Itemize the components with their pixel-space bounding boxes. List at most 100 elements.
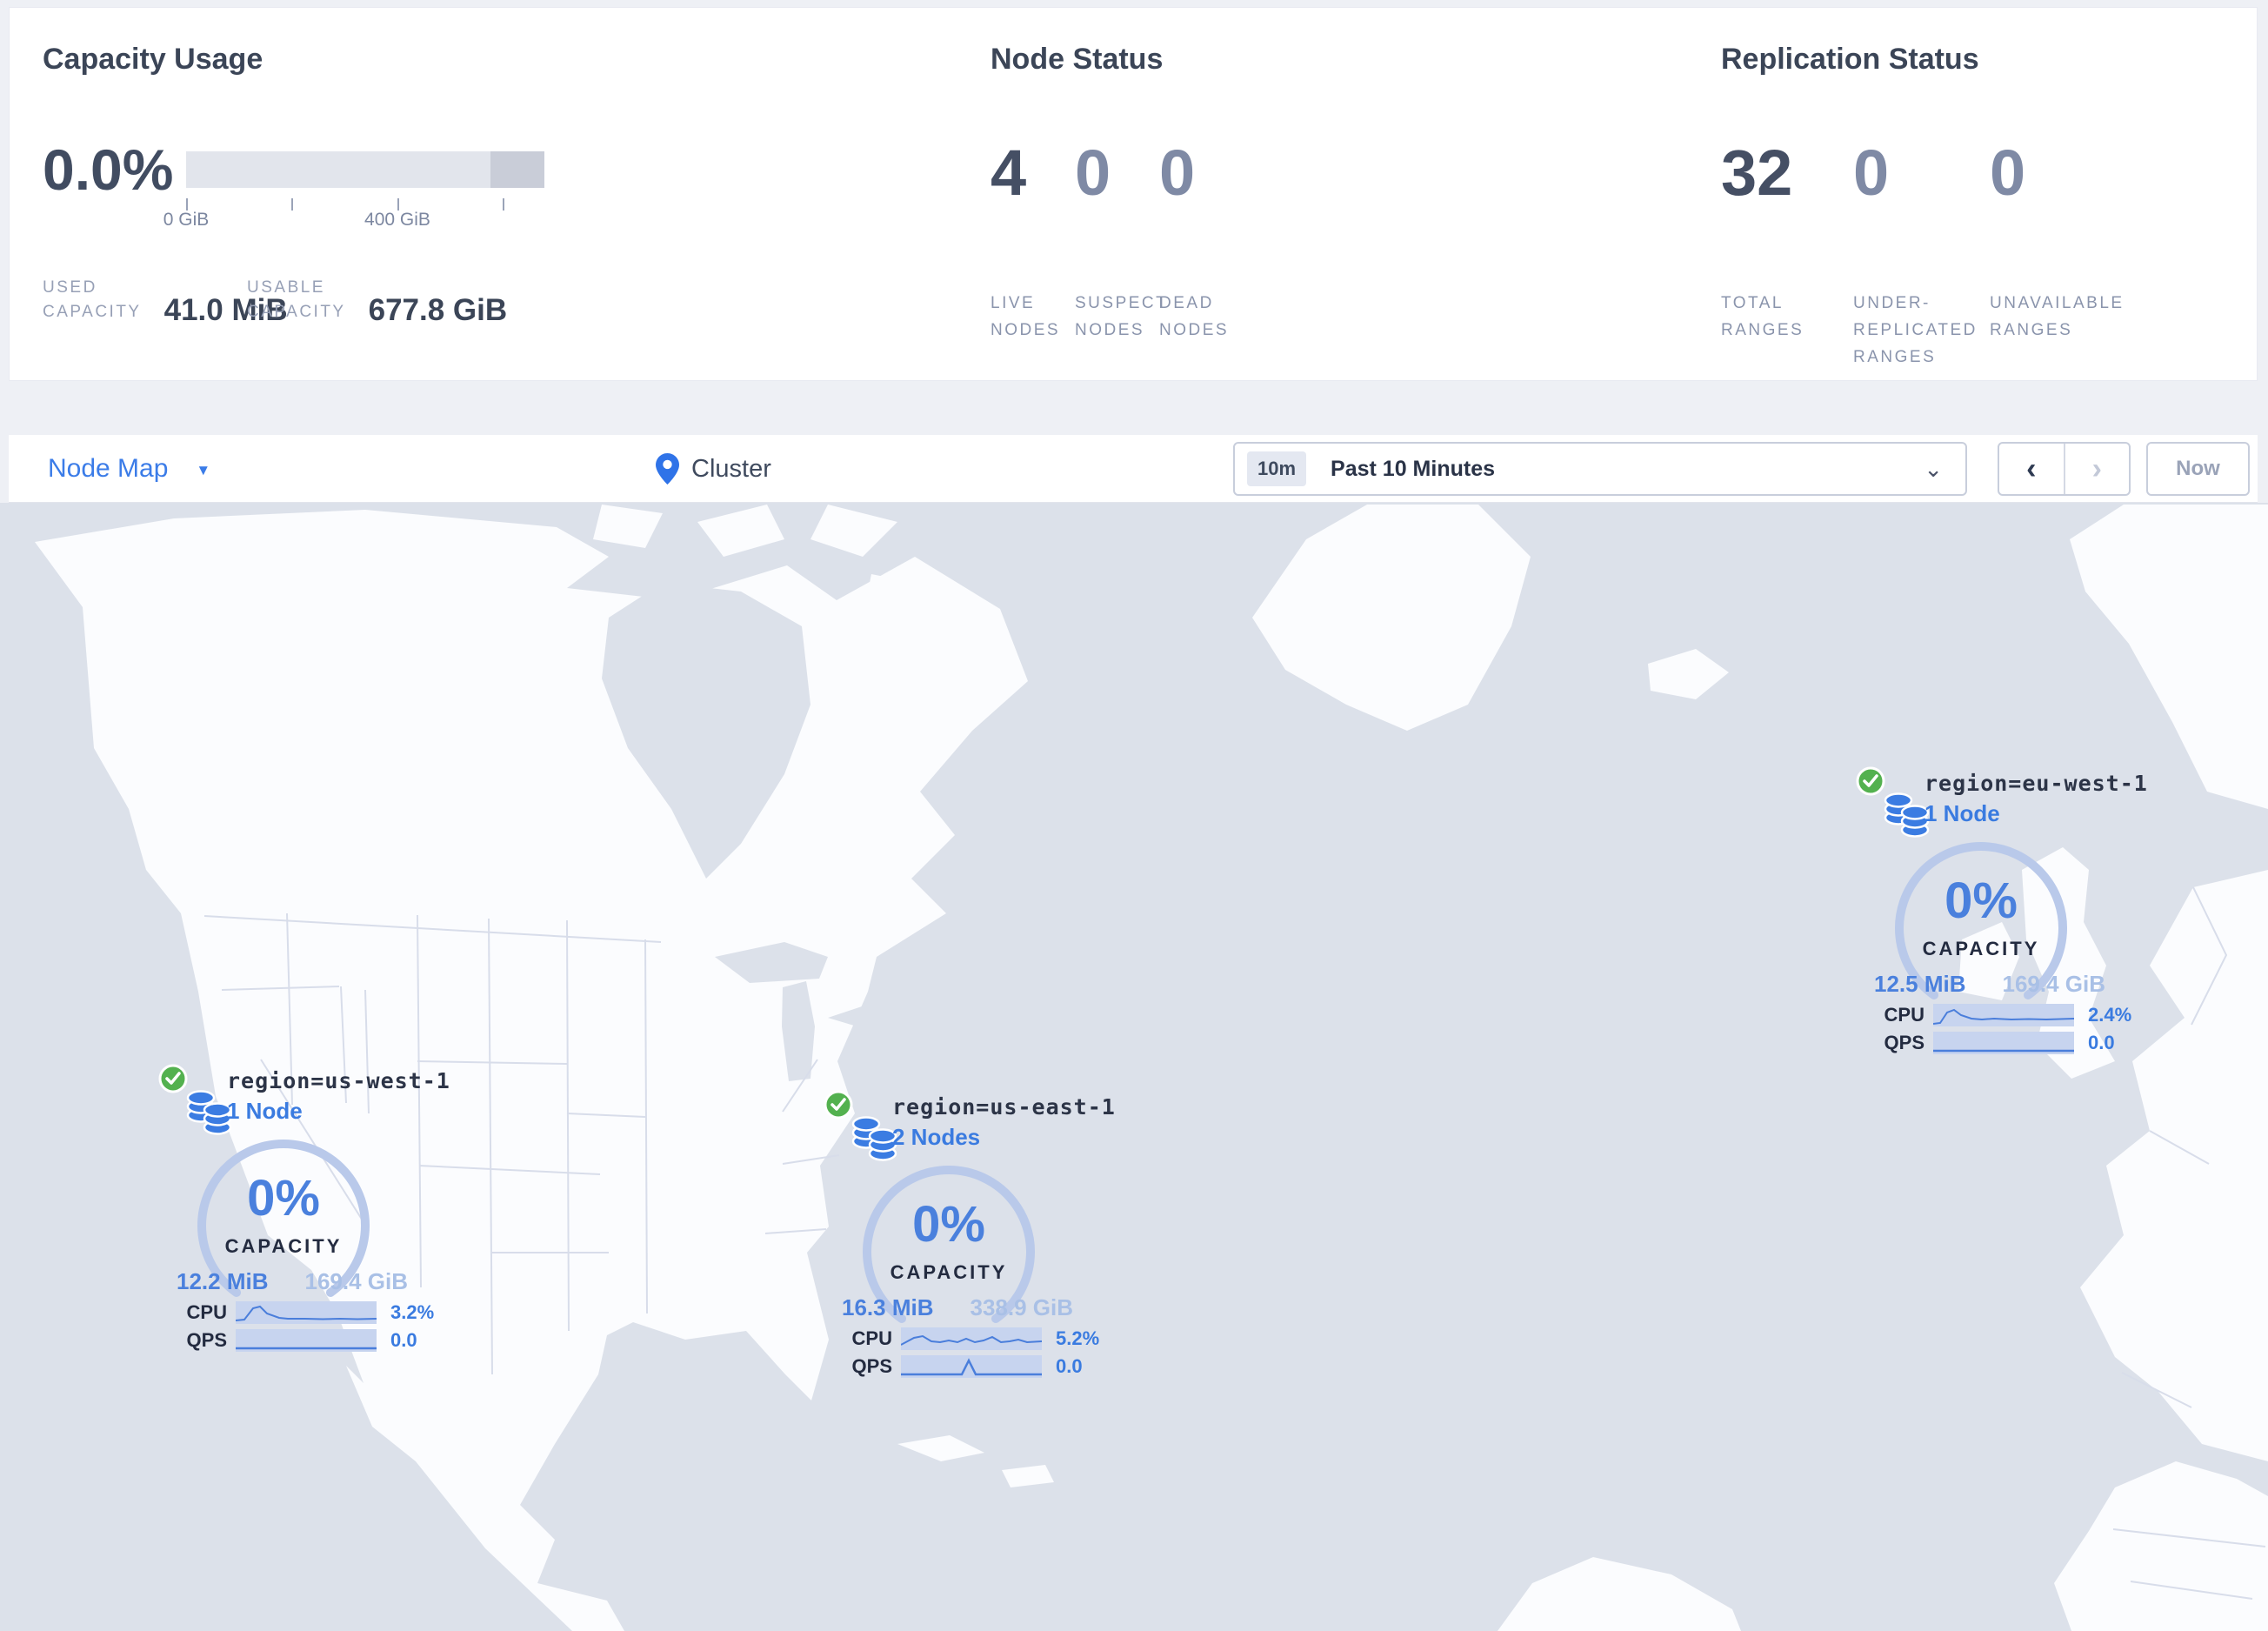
gauge-capacity-label: CAPACITY — [1922, 938, 2040, 959]
used-capacity-label-line1: USED — [43, 278, 97, 297]
time-step-forward-button[interactable]: › — [2065, 444, 2130, 494]
now-button[interactable]: Now — [2146, 442, 2250, 496]
capacity-percent: 0.0% — [43, 137, 174, 202]
map-toolbar: Node Map ▼ Cluster 10m Past 10 Minutes ⌄… — [9, 435, 2258, 503]
cpu-label: CPU — [851, 1327, 892, 1349]
node-count-link[interactable]: 2 Nodes — [892, 1124, 980, 1151]
unavailable-ranges-label: UNAVAILABLE — [1990, 294, 2125, 312]
dead-nodes-value: 0 — [1159, 137, 1196, 209]
dead-nodes-label: DEAD — [1159, 294, 1214, 312]
under-replicated-label: REPLICATED — [1853, 321, 1978, 339]
map-pin-icon — [656, 453, 679, 485]
suspect-nodes-stat: 0 SUSPECT NODES — [1075, 137, 1166, 340]
under-replicated-label: UNDER- — [1853, 294, 1931, 312]
cpu-sparkline — [901, 1327, 1042, 1350]
qps-spark-row: QPS 0.0 — [1820, 1032, 2115, 1054]
breadcrumb[interactable]: Cluster — [656, 435, 771, 503]
cpu-spark-row: CPU 3.2% — [123, 1301, 434, 1324]
cpu-spark-row: CPU 5.2% — [788, 1327, 1099, 1350]
cpu-spark-row: CPU 2.4% — [1820, 1004, 2131, 1026]
live-nodes-label: LIVE — [991, 294, 1036, 312]
region-marker-eu-west-1[interactable]: region=eu-west-1 1 Node 0% CAPACITY 12.5… — [1820, 757, 2147, 1061]
region-label: region=us-west-1 — [227, 1068, 450, 1093]
used-capacity: 16.3 MiB — [842, 1294, 934, 1320]
axis-tick — [503, 198, 504, 211]
used-capacity-label-line2: CAPACITY — [43, 303, 142, 321]
usable-capacity-label-line2: CAPACITY — [247, 303, 346, 321]
total-capacity: 169.4 GiB — [2002, 971, 2105, 997]
qps-spark-row: QPS 0.0 — [123, 1329, 417, 1352]
under-replicated-ranges-stat: 0 UNDER- REPLICATED RANGES — [1853, 137, 1975, 367]
unavailable-ranges-value: 0 — [1990, 137, 2026, 209]
qps-sparkline — [236, 1329, 377, 1352]
qps-sparkline — [901, 1355, 1042, 1378]
gauge-percent: 0% — [247, 1170, 320, 1227]
capacity-bar-reserved-segment — [490, 151, 544, 188]
cpu-sparkline — [1933, 1004, 2074, 1026]
gauge-capacity-label: CAPACITY — [224, 1235, 343, 1257]
node-map-page: Capacity Usage 0.0% 0 GiB 400 GiB USED C… — [0, 0, 2268, 1631]
total-capacity: 169.4 GiB — [304, 1268, 408, 1294]
replication-status-title: Replication Status — [1721, 43, 1979, 76]
cpu-value: 3.2% — [390, 1301, 435, 1323]
live-nodes-label: NODES — [991, 321, 1061, 339]
qps-label: QPS — [186, 1329, 227, 1351]
breadcrumb-cluster-label: Cluster — [691, 454, 771, 483]
qps-value: 0.0 — [1056, 1355, 1083, 1377]
dropdown-arrow-icon: ▼ — [196, 462, 211, 478]
axis-tick — [186, 198, 188, 211]
node-status-title: Node Status — [991, 43, 1164, 76]
node-count-link[interactable]: 1 Node — [1924, 800, 2000, 827]
used-capacity: 12.2 MiB — [177, 1268, 269, 1294]
cpu-value: 5.2% — [1056, 1327, 1100, 1349]
capacity-axis — [186, 193, 544, 211]
capacity-usage-title: Capacity Usage — [43, 43, 263, 76]
cpu-label: CPU — [1884, 1004, 1924, 1026]
under-replicated-value: 0 — [1853, 137, 1890, 209]
time-step-back-button[interactable]: ‹ — [1999, 444, 2065, 494]
time-range-label: Past 10 Minutes — [1331, 456, 1495, 481]
unavailable-ranges-stat: 0 UNAVAILABLE RANGES — [1990, 137, 2122, 340]
live-nodes-stat: 4 LIVE NODES — [991, 137, 1058, 340]
time-step-control: ‹ › — [1998, 442, 2131, 496]
dead-nodes-stat: 0 DEAD NODES — [1159, 137, 1227, 340]
view-selector-dropdown[interactable]: Node Map ▼ — [48, 435, 210, 503]
live-nodes-value: 4 — [991, 137, 1027, 209]
qps-spark-row: QPS 0.0 — [788, 1355, 1083, 1378]
suspect-nodes-label: SUSPECT — [1075, 294, 1169, 312]
axis-tick — [397, 198, 399, 211]
qps-value: 0.0 — [390, 1329, 417, 1351]
healthy-check-icon — [158, 1064, 188, 1093]
qps-sparkline — [1933, 1032, 2074, 1054]
usable-capacity-stat: USABLE CAPACITY 677.8 GiB — [247, 276, 507, 327]
healthy-check-icon — [1856, 766, 1885, 796]
region-marker-us-east-1[interactable]: region=us-east-1 2 Nodes 0% CAPACITY 16.… — [788, 1080, 1115, 1385]
gauge-percent: 0% — [912, 1196, 985, 1253]
cpu-sparkline — [236, 1301, 377, 1324]
node-count-link[interactable]: 1 Node — [227, 1098, 303, 1125]
chevron-down-icon: ⌄ — [1924, 456, 1943, 482]
qps-value: 0.0 — [2088, 1032, 2115, 1053]
region-label: region=us-east-1 — [892, 1094, 1116, 1120]
total-ranges-label: TOTAL — [1721, 294, 1784, 312]
region-marker-us-west-1[interactable]: region=us-west-1 1 Node 0% CAPACITY 12.2… — [123, 1054, 450, 1359]
cluster-summary-card: Capacity Usage 0.0% 0 GiB 400 GiB USED C… — [9, 7, 2258, 381]
view-selector-label: Node Map — [48, 454, 169, 483]
time-range-selector[interactable]: 10m Past 10 Minutes ⌄ — [1233, 442, 1967, 496]
gauge-capacity-label: CAPACITY — [890, 1261, 1008, 1283]
axis-label-400: 400 GiB — [364, 210, 430, 230]
total-ranges-label: RANGES — [1721, 321, 1804, 339]
cpu-value: 2.4% — [2088, 1004, 2132, 1026]
used-capacity: 12.5 MiB — [1874, 971, 1966, 997]
usable-capacity-label-line1: USABLE — [247, 278, 325, 297]
unavailable-ranges-label: RANGES — [1990, 321, 2073, 339]
qps-label: QPS — [1884, 1032, 1924, 1053]
dead-nodes-label: NODES — [1159, 321, 1230, 339]
qps-label: QPS — [851, 1355, 892, 1377]
time-range-badge: 10m — [1247, 451, 1307, 486]
suspect-nodes-label: NODES — [1075, 321, 1145, 339]
cpu-label: CPU — [186, 1301, 227, 1323]
capacity-bar — [186, 151, 544, 188]
under-replicated-label: RANGES — [1853, 348, 1937, 366]
suspect-nodes-value: 0 — [1075, 137, 1111, 209]
